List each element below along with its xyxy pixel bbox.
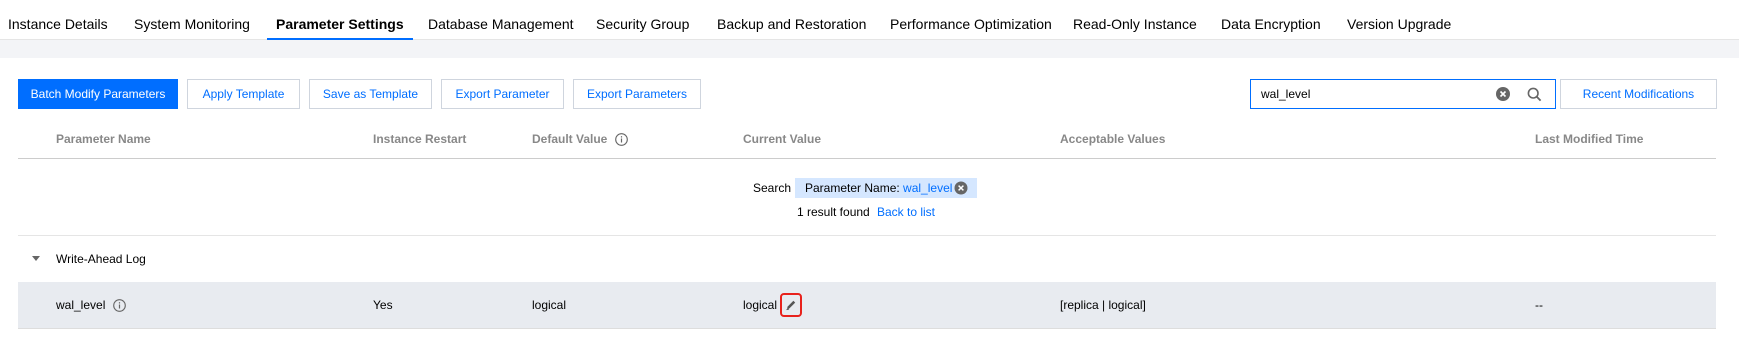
tab-read-only-instance[interactable]: Read-Only Instance: [1073, 0, 1197, 40]
search-icon[interactable]: [1527, 87, 1542, 102]
column-parameter-name: Parameter Name: [56, 132, 151, 146]
back-to-list-link[interactable]: Back to list: [877, 205, 935, 219]
filter-tag-value: wal_level: [903, 181, 953, 195]
tab-data-encryption[interactable]: Data Encryption: [1221, 0, 1321, 40]
info-icon[interactable]: [112, 299, 126, 313]
tab-backup-restoration[interactable]: Backup and Restoration: [717, 0, 866, 40]
tab-bar: Instance Details System Monitoring Param…: [0, 0, 1739, 40]
row-current-value: logical: [743, 298, 778, 312]
table-row: wal_level Yes logical logical [replica |…: [18, 282, 1716, 329]
header-divider: [18, 158, 1716, 159]
filter-tag-key: Parameter Name:: [805, 181, 904, 195]
group-label: Write-Ahead Log: [56, 252, 146, 266]
column-current-value: Current Value: [743, 132, 822, 146]
tab-performance-optimization[interactable]: Performance Optimization: [890, 0, 1052, 40]
row-last-modified: --: [1535, 298, 1543, 312]
column-default-value: Default Value: [532, 132, 628, 147]
filter-tag: Parameter Name: wal_level: [795, 178, 977, 198]
tab-security-group[interactable]: Security Group: [596, 0, 689, 40]
result-count: 1 result found: [797, 205, 870, 219]
column-default-value-label: Default Value: [532, 132, 608, 146]
tab-system-monitoring[interactable]: System Monitoring: [134, 0, 250, 40]
section-divider: [18, 235, 1716, 236]
column-acceptable-values: Acceptable Values: [1060, 132, 1166, 146]
info-icon[interactable]: [614, 133, 628, 147]
tab-instance-details[interactable]: Instance Details: [8, 0, 108, 40]
row-parameter-name-text: wal_level: [56, 298, 106, 312]
tab-version-upgrade[interactable]: Version Upgrade: [1347, 0, 1451, 40]
column-last-modified: Last Modified Time: [1535, 132, 1644, 146]
tab-parameter-settings[interactable]: Parameter Settings: [267, 0, 413, 40]
remove-filter-icon[interactable]: [954, 181, 968, 195]
search-input-value: wal_level: [1261, 87, 1311, 101]
tab-database-management[interactable]: Database Management: [428, 0, 574, 40]
export-parameters-button[interactable]: Export Parameters: [573, 79, 701, 109]
search-input[interactable]: wal_level: [1250, 79, 1556, 109]
collapse-caret-icon[interactable]: [32, 256, 40, 261]
row-parameter-name: wal_level: [56, 298, 126, 313]
pencil-icon: [786, 300, 796, 311]
apply-template-button[interactable]: Apply Template: [187, 79, 300, 109]
clear-icon[interactable]: [1496, 87, 1510, 101]
filter-label: Search: [753, 181, 792, 195]
row-default-value: logical: [532, 298, 567, 312]
export-parameter-button[interactable]: Export Parameter: [441, 79, 564, 109]
column-instance-restart: Instance Restart: [373, 132, 467, 146]
recent-modifications-button[interactable]: Recent Modifications: [1560, 79, 1717, 109]
edit-value-button[interactable]: [780, 293, 802, 317]
row-instance-restart: Yes: [373, 298, 393, 312]
row-acceptable-values: [replica | logical]: [1060, 298, 1146, 312]
batch-modify-button[interactable]: Batch Modify Parameters: [18, 79, 178, 109]
save-template-button[interactable]: Save as Template: [309, 79, 432, 109]
